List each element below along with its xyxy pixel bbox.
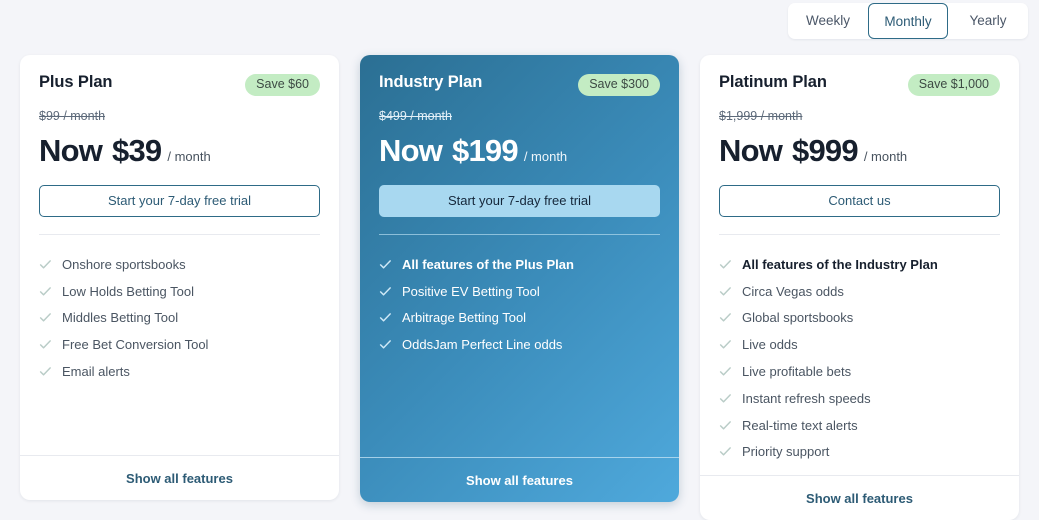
save-badge: Save $1,000 bbox=[907, 74, 1000, 96]
pricing-cards: Plus Plan Save $60 $99 / month Now $39 / mont… bbox=[20, 55, 1019, 520]
plan-name: Industry Plan bbox=[379, 73, 483, 91]
price-period: / month bbox=[167, 149, 211, 164]
billing-toggle-weekly[interactable]: Weekly bbox=[788, 3, 868, 39]
check-icon bbox=[719, 285, 732, 298]
check-icon bbox=[719, 338, 732, 351]
plan-cta-button[interactable]: Start your 7-day free trial bbox=[379, 185, 660, 217]
feature-item: Live profitable bets bbox=[719, 358, 1000, 385]
feature-item: Arbitrage Betting Tool bbox=[379, 305, 660, 332]
card-title-row: Industry Plan Save $300 bbox=[379, 73, 660, 99]
feature-item: Priority support bbox=[719, 439, 1000, 466]
feature-item: OddsJam Perfect Line odds bbox=[379, 331, 660, 358]
feature-label: Middles Betting Tool bbox=[62, 310, 179, 326]
save-badge: Save $300 bbox=[578, 74, 660, 96]
original-price: $99 / month bbox=[39, 109, 106, 123]
feature-item: All features of the Plus Plan bbox=[379, 251, 660, 278]
show-all-features-label: Show all features bbox=[466, 472, 573, 488]
check-icon bbox=[39, 285, 52, 298]
feature-item: Middles Betting Tool bbox=[39, 305, 320, 332]
feature-item: Onshore sportsbooks bbox=[39, 251, 320, 278]
check-icon bbox=[719, 258, 732, 271]
check-icon bbox=[39, 258, 52, 271]
feature-list: Onshore sportsbooks Low Holds Betting Too… bbox=[20, 235, 339, 455]
feature-item: Live odds bbox=[719, 331, 1000, 358]
plan-name: Platinum Plan bbox=[719, 73, 827, 91]
check-icon bbox=[719, 392, 732, 405]
price-amount: $39 bbox=[112, 133, 162, 168]
feature-label: Live profitable bets bbox=[742, 364, 852, 380]
pricing-card-platinum-plan: Platinum Plan Save $1,000 $1,999 / month No… bbox=[700, 55, 1019, 520]
card-divider bbox=[379, 234, 660, 235]
plan-cta-button[interactable]: Contact us bbox=[719, 185, 1000, 217]
price-now-label: Now bbox=[39, 133, 103, 168]
original-price: $499 / month bbox=[379, 109, 452, 123]
card-header: Platinum Plan Save $1,000 $1,999 / month No… bbox=[700, 55, 1019, 235]
price-amount: $199 bbox=[452, 133, 519, 168]
feature-label: Circa Vegas odds bbox=[742, 283, 844, 299]
plan-name: Plus Plan bbox=[39, 73, 113, 91]
current-price-row: Now $199 / month bbox=[379, 133, 660, 169]
feature-list: All features of the Plus Plan Positive EV… bbox=[360, 235, 679, 457]
pricing-card-plus-plan: Plus Plan Save $60 $99 / month Now $39 / mont… bbox=[20, 55, 339, 500]
feature-label: Free Bet Conversion Tool bbox=[62, 337, 209, 353]
check-icon bbox=[39, 365, 52, 378]
check-icon bbox=[379, 258, 392, 271]
feature-label: OddsJam Perfect Line odds bbox=[402, 337, 563, 353]
card-header: Plus Plan Save $60 $99 / month Now $39 / mont… bbox=[20, 55, 339, 235]
feature-label: Onshore sportsbooks bbox=[62, 256, 186, 272]
show-all-features-button[interactable]: Show all features bbox=[360, 457, 679, 502]
current-price-row: Now $999 / month bbox=[719, 133, 1000, 169]
feature-label: Global sportsbooks bbox=[742, 310, 854, 326]
card-title-row: Plus Plan Save $60 bbox=[39, 73, 320, 99]
billing-toggle-monthly[interactable]: Monthly bbox=[868, 3, 948, 39]
price-period: / month bbox=[523, 149, 568, 164]
price-now-label: Now bbox=[379, 133, 443, 168]
card-header: Industry Plan Save $300 $499 / month Now $19… bbox=[360, 55, 679, 235]
check-icon bbox=[379, 311, 392, 324]
feature-label: Positive EV Betting Tool bbox=[402, 283, 540, 299]
feature-item: Free Bet Conversion Tool bbox=[39, 331, 320, 358]
feature-label: All features of the Plus Plan bbox=[402, 256, 574, 272]
price-amount: $999 bbox=[792, 133, 859, 168]
check-icon bbox=[379, 338, 392, 351]
feature-label: Instant refresh speeds bbox=[742, 390, 871, 406]
feature-item: Circa Vegas odds bbox=[719, 278, 1000, 305]
feature-item: Global sportsbooks bbox=[719, 305, 1000, 332]
feature-label: Low Holds Betting Tool bbox=[62, 283, 195, 299]
check-icon bbox=[39, 338, 52, 351]
price-period: / month bbox=[863, 149, 908, 164]
feature-item: All features of the Industry Plan bbox=[719, 251, 1000, 278]
feature-list: All features of the Industry Plan Circa V… bbox=[700, 235, 1019, 475]
billing-toggle-yearly[interactable]: Yearly bbox=[948, 3, 1028, 39]
check-icon bbox=[379, 285, 392, 298]
feature-item: Real-time text alerts bbox=[719, 412, 1000, 439]
feature-label: Real-time text alerts bbox=[742, 417, 858, 433]
check-icon bbox=[719, 365, 732, 378]
show-all-features-label: Show all features bbox=[806, 490, 913, 506]
feature-label: Email alerts bbox=[62, 364, 130, 380]
pricing-card-industry-plan: Industry Plan Save $300 $499 / month Now $19… bbox=[360, 55, 679, 502]
price-now-label: Now bbox=[719, 133, 783, 168]
feature-item: Email alerts bbox=[39, 358, 320, 385]
original-price: $1,999 / month bbox=[719, 109, 803, 123]
feature-item: Positive EV Betting Tool bbox=[379, 278, 660, 305]
feature-label: Priority support bbox=[742, 444, 830, 460]
show-all-features-label: Show all features bbox=[126, 470, 233, 486]
show-all-features-button[interactable]: Show all features bbox=[700, 475, 1019, 520]
feature-label: Live odds bbox=[742, 337, 798, 353]
check-icon bbox=[719, 445, 732, 458]
feature-label: Arbitrage Betting Tool bbox=[402, 310, 527, 326]
billing-period-toggle[interactable]: Weekly Monthly Yearly bbox=[788, 3, 1028, 39]
current-price-row: Now $39 / month bbox=[39, 133, 320, 169]
feature-label: All features of the Industry Plan bbox=[742, 256, 938, 272]
check-icon bbox=[39, 311, 52, 324]
card-title-row: Platinum Plan Save $1,000 bbox=[719, 73, 1000, 99]
plan-cta-button[interactable]: Start your 7-day free trial bbox=[39, 185, 320, 217]
feature-item: Low Holds Betting Tool bbox=[39, 278, 320, 305]
check-icon bbox=[719, 311, 732, 324]
save-badge: Save $60 bbox=[245, 74, 320, 96]
feature-item: Instant refresh speeds bbox=[719, 385, 1000, 412]
show-all-features-button[interactable]: Show all features bbox=[20, 455, 339, 500]
check-icon bbox=[719, 419, 732, 432]
